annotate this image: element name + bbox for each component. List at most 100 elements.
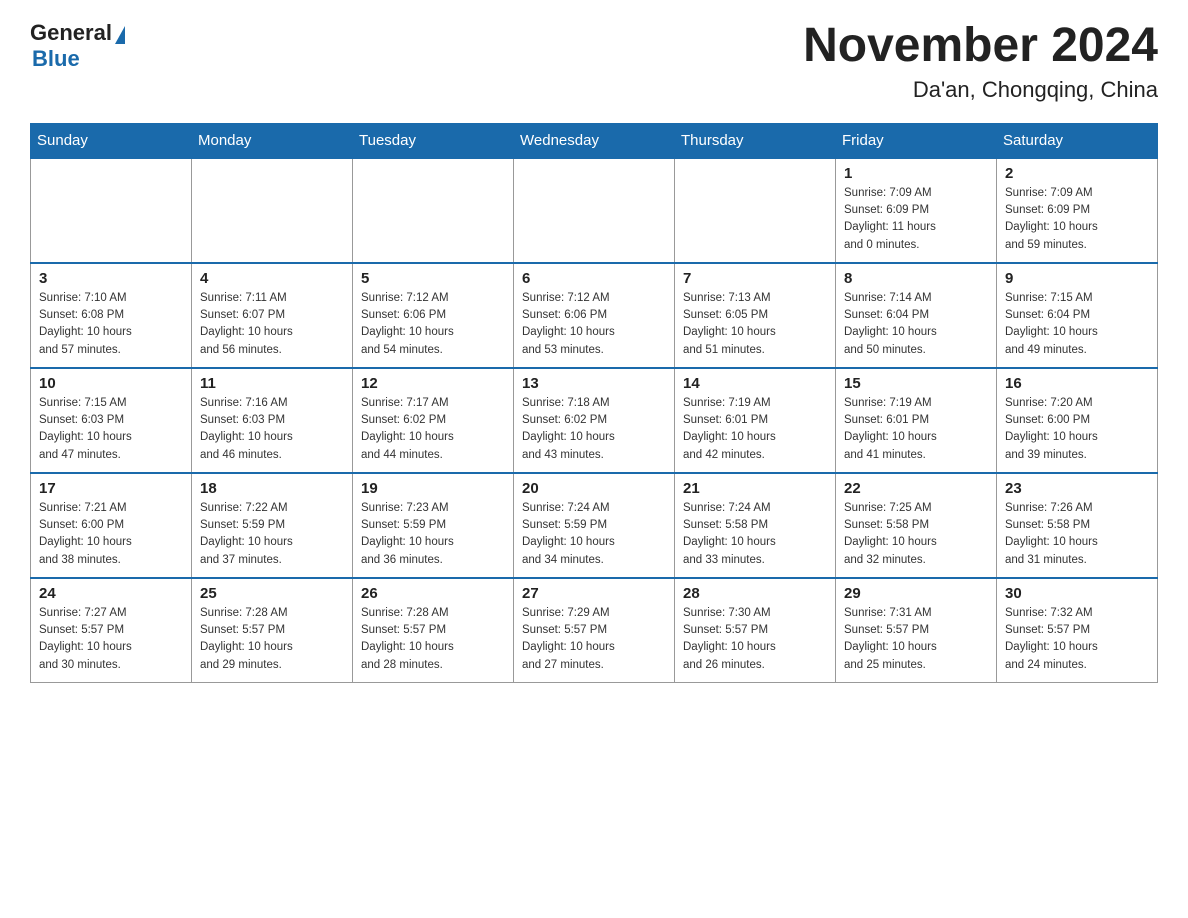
day-number: 22 (844, 480, 988, 497)
weekday-header-row: SundayMondayTuesdayWednesdayThursdayFrid… (31, 123, 1158, 158)
day-number: 25 (200, 585, 344, 602)
day-number: 1 (844, 165, 988, 182)
calendar-cell (192, 158, 353, 263)
calendar-table: SundayMondayTuesdayWednesdayThursdayFrid… (30, 123, 1158, 683)
day-number: 28 (683, 585, 827, 602)
day-info: Sunrise: 7:24 AMSunset: 5:58 PMDaylight:… (683, 500, 827, 569)
day-info: Sunrise: 7:21 AMSunset: 6:00 PMDaylight:… (39, 500, 183, 569)
weekday-header-sunday: Sunday (31, 123, 192, 158)
calendar-cell: 9Sunrise: 7:15 AMSunset: 6:04 PMDaylight… (997, 263, 1158, 368)
day-info: Sunrise: 7:17 AMSunset: 6:02 PMDaylight:… (361, 395, 505, 464)
calendar-cell: 14 Sunrise: 7:19 AMSunset: 6:01 PMDayligh… (675, 368, 836, 473)
day-number: 13 (522, 375, 666, 392)
weekday-header-monday: Monday (192, 123, 353, 158)
calendar-cell: 15 Sunrise: 7:19 AMSunset: 6:01 PMDayligh… (836, 368, 997, 473)
day-info: Sunrise: 7:25 AMSunset: 5:58 PMDaylight:… (844, 500, 988, 569)
calendar-cell: 7 Sunrise: 7:13 AMSunset: 6:05 PMDaylight… (675, 263, 836, 368)
day-number: 29 (844, 585, 988, 602)
day-info: Sunrise: 7:20 AMSunset: 6:00 PMDaylight:… (1005, 395, 1149, 464)
calendar-cell: 13 Sunrise: 7:18 AMSunset: 6:02 PMDayligh… (514, 368, 675, 473)
day-number: 14 (683, 375, 827, 392)
calendar-cell: 22 Sunrise: 7:25 AMSunset: 5:58 PMDayligh… (836, 473, 997, 578)
day-info: Sunrise: 7:12 AMSunset: 6:06 PMDaylight:… (361, 290, 505, 359)
day-number: 3 (39, 270, 183, 287)
day-number: 8 (844, 270, 988, 287)
day-number: 10 (39, 375, 183, 392)
week-row-2: 3 Sunrise: 7:10 AMSunset: 6:08 PMDaylight… (31, 263, 1158, 368)
day-number: 20 (522, 480, 666, 497)
day-number: 24 (39, 585, 183, 602)
calendar-cell: 26 Sunrise: 7:28 AMSunset: 5:57 PMDayligh… (353, 578, 514, 683)
calendar-cell: 16 Sunrise: 7:20 AMSunset: 6:00 PMDayligh… (997, 368, 1158, 473)
calendar-cell: 29 Sunrise: 7:31 AMSunset: 5:57 PMDayligh… (836, 578, 997, 683)
logo-general-text: General (30, 20, 112, 46)
day-info: Sunrise: 7:18 AMSunset: 6:02 PMDaylight:… (522, 395, 666, 464)
calendar-cell: 10 Sunrise: 7:15 AMSunset: 6:03 PMDayligh… (31, 368, 192, 473)
calendar-cell: 11 Sunrise: 7:16 AMSunset: 6:03 PMDayligh… (192, 368, 353, 473)
day-number: 27 (522, 585, 666, 602)
day-number: 11 (200, 375, 344, 392)
day-info: Sunrise: 7:09 AMSunset: 6:09 PMDaylight:… (844, 185, 988, 254)
page-header: General Blue November 2024 Da'an, Chongq… (30, 20, 1158, 103)
calendar-cell: 12 Sunrise: 7:17 AMSunset: 6:02 PMDayligh… (353, 368, 514, 473)
day-number: 4 (200, 270, 344, 287)
calendar-cell: 27Sunrise: 7:29 AMSunset: 5:57 PMDayligh… (514, 578, 675, 683)
day-info: Sunrise: 7:31 AMSunset: 5:57 PMDaylight:… (844, 605, 988, 674)
month-title: November 2024 (803, 20, 1158, 73)
calendar-cell (353, 158, 514, 263)
logo: General Blue (30, 20, 125, 72)
calendar-cell: 24 Sunrise: 7:27 AMSunset: 5:57 PMDayligh… (31, 578, 192, 683)
week-row-3: 10 Sunrise: 7:15 AMSunset: 6:03 PMDayligh… (31, 368, 1158, 473)
calendar-cell: 23 Sunrise: 7:26 AMSunset: 5:58 PMDayligh… (997, 473, 1158, 578)
calendar-cell (31, 158, 192, 263)
calendar-cell: 20 Sunrise: 7:24 AMSunset: 5:59 PMDayligh… (514, 473, 675, 578)
day-number: 23 (1005, 480, 1149, 497)
calendar-cell: 5 Sunrise: 7:12 AMSunset: 6:06 PMDaylight… (353, 263, 514, 368)
day-number: 26 (361, 585, 505, 602)
day-info: Sunrise: 7:15 AMSunset: 6:04 PMDaylight:… (1005, 290, 1149, 359)
day-number: 18 (200, 480, 344, 497)
weekday-header-saturday: Saturday (997, 123, 1158, 158)
day-number: 6 (522, 270, 666, 287)
calendar-cell: 18 Sunrise: 7:22 AMSunset: 5:59 PMDayligh… (192, 473, 353, 578)
week-row-5: 24 Sunrise: 7:27 AMSunset: 5:57 PMDayligh… (31, 578, 1158, 683)
day-number: 15 (844, 375, 988, 392)
calendar-cell: 30Sunrise: 7:32 AMSunset: 5:57 PMDayligh… (997, 578, 1158, 683)
day-info: Sunrise: 7:19 AMSunset: 6:01 PMDaylight:… (683, 395, 827, 464)
calendar-cell: 1 Sunrise: 7:09 AMSunset: 6:09 PMDaylight… (836, 158, 997, 263)
day-info: Sunrise: 7:26 AMSunset: 5:58 PMDaylight:… (1005, 500, 1149, 569)
calendar-cell: 4Sunrise: 7:11 AMSunset: 6:07 PMDaylight… (192, 263, 353, 368)
day-info: Sunrise: 7:30 AMSunset: 5:57 PMDaylight:… (683, 605, 827, 674)
week-row-4: 17 Sunrise: 7:21 AMSunset: 6:00 PMDayligh… (31, 473, 1158, 578)
day-info: Sunrise: 7:23 AMSunset: 5:59 PMDaylight:… (361, 500, 505, 569)
day-info: Sunrise: 7:16 AMSunset: 6:03 PMDaylight:… (200, 395, 344, 464)
weekday-header-tuesday: Tuesday (353, 123, 514, 158)
day-info: Sunrise: 7:13 AMSunset: 6:05 PMDaylight:… (683, 290, 827, 359)
day-info: Sunrise: 7:19 AMSunset: 6:01 PMDaylight:… (844, 395, 988, 464)
weekday-header-thursday: Thursday (675, 123, 836, 158)
calendar-cell: 25Sunrise: 7:28 AMSunset: 5:57 PMDayligh… (192, 578, 353, 683)
day-info: Sunrise: 7:10 AMSunset: 6:08 PMDaylight:… (39, 290, 183, 359)
logo-triangle-icon (115, 26, 125, 44)
day-info: Sunrise: 7:28 AMSunset: 5:57 PMDaylight:… (361, 605, 505, 674)
week-row-1: 1 Sunrise: 7:09 AMSunset: 6:09 PMDaylight… (31, 158, 1158, 263)
day-number: 19 (361, 480, 505, 497)
calendar-cell: 19 Sunrise: 7:23 AMSunset: 5:59 PMDayligh… (353, 473, 514, 578)
day-number: 7 (683, 270, 827, 287)
day-number: 17 (39, 480, 183, 497)
logo-blue-text: Blue (32, 46, 80, 72)
day-number: 21 (683, 480, 827, 497)
day-info: Sunrise: 7:15 AMSunset: 6:03 PMDaylight:… (39, 395, 183, 464)
day-number: 5 (361, 270, 505, 287)
day-number: 16 (1005, 375, 1149, 392)
day-info: Sunrise: 7:24 AMSunset: 5:59 PMDaylight:… (522, 500, 666, 569)
calendar-cell: 3 Sunrise: 7:10 AMSunset: 6:08 PMDaylight… (31, 263, 192, 368)
calendar-cell: 28 Sunrise: 7:30 AMSunset: 5:57 PMDayligh… (675, 578, 836, 683)
title-area: November 2024 Da'an, Chongqing, China (803, 20, 1158, 103)
location-text: Da'an, Chongqing, China (803, 77, 1158, 103)
day-info: Sunrise: 7:32 AMSunset: 5:57 PMDaylight:… (1005, 605, 1149, 674)
day-info: Sunrise: 7:22 AMSunset: 5:59 PMDaylight:… (200, 500, 344, 569)
day-info: Sunrise: 7:27 AMSunset: 5:57 PMDaylight:… (39, 605, 183, 674)
calendar-cell: 21 Sunrise: 7:24 AMSunset: 5:58 PMDayligh… (675, 473, 836, 578)
day-number: 12 (361, 375, 505, 392)
